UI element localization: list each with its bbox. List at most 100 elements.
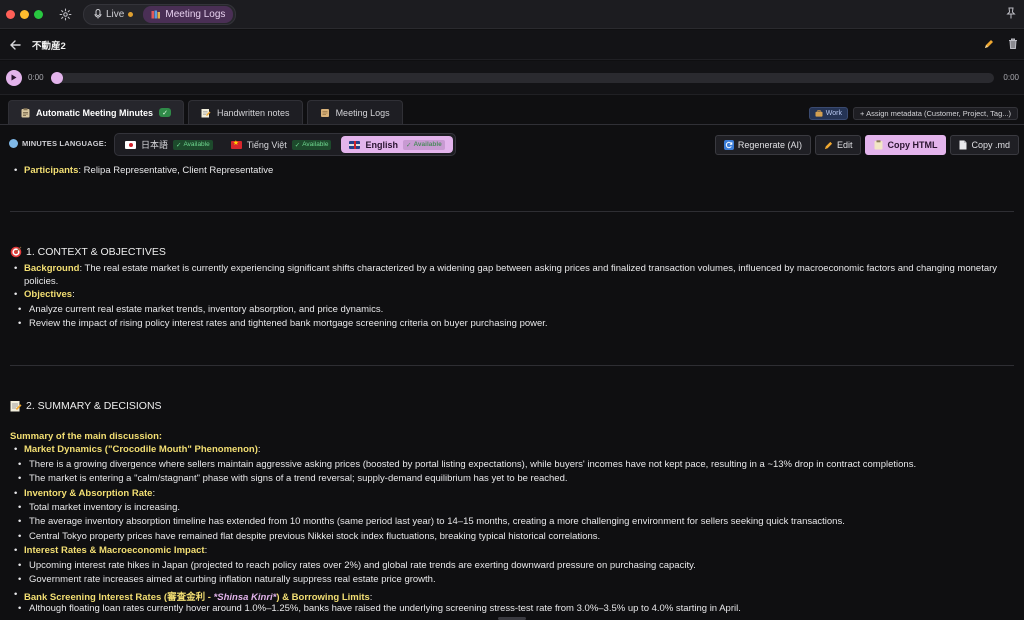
books-icon [151,10,161,18]
tab-meeting-logs[interactable]: Meeting Logs [306,100,403,124]
topic-label-dash: - [205,592,214,603]
topic-point: There is a growing divergence where sell… [18,459,916,470]
pin-icon[interactable] [1006,7,1016,22]
topic-point: The average inventory absorption timelin… [18,516,845,527]
topic-label-prefix: Bank Screening Interest Rates ( [24,592,168,603]
tab-handwritten-notes-label: Handwritten notes [217,107,290,118]
audio-player: 0:00 0:00 [0,61,1024,95]
objective-item: Analyze current real estate market trend… [18,304,383,315]
window-controls [6,9,43,19]
topic-label-italic: *Shinsa Kinri* [213,592,277,603]
close-window-button[interactable] [6,9,15,19]
pencil-icon [824,141,833,149]
topic-label: Interest Rates & Macroeconomic Impact [24,545,205,556]
mode-meeting-logs-label: Meeting Logs [165,8,226,20]
section-divider [10,365,1014,366]
minutes-language-label: MINUTES LANGUAGE: [9,139,107,148]
pencil-icon[interactable] [984,39,994,52]
background-label: Background [24,263,80,274]
view-tabs: Automatic Meeting Minutes ✓ Handwritten … [8,100,403,124]
tag-label: Work [825,110,843,117]
mode-switcher: Live Meeting Logs [83,3,237,25]
availability-badge: ✓ Available [173,139,213,150]
topic-point: Central Tokyo property prices have remai… [18,531,600,542]
topic-label: Inventory & Absorption Rate [24,488,153,499]
topic-point: Government rate increases aimed at curbi… [18,574,436,585]
refresh-icon [723,140,734,150]
topic-label-suffix: ) & Borrowing Limits [276,592,370,603]
availability-badge: ✓ Available [403,139,445,150]
participants-text: : Relipa Representative, Client Represen… [78,165,274,176]
edit-label: Edit [836,140,853,150]
section-1-heading: 1. CONTEXT & OBJECTIVES [10,246,166,258]
briefcase-icon [815,110,823,117]
regenerate-button[interactable]: Regenerate (AI) [714,135,811,155]
assign-metadata-button[interactable]: + Assign metadata (Customer, Project, Ta… [853,107,1018,120]
language-option-vietnamese[interactable]: Tiếng Việt ✓Available [223,136,340,153]
maximize-window-button[interactable] [34,9,43,19]
document-icon [959,140,967,150]
back-arrow-icon[interactable] [8,38,22,52]
language-selector: 日本語 ✓Available Tiếng Việt ✓Available Eng… [114,133,456,156]
japan-flag-icon [125,140,136,149]
section-divider [10,211,1014,212]
copy-md-label: Copy .md [971,140,1010,150]
tab-automatic-minutes-label: Automatic Meeting Minutes [36,107,154,118]
tabs-divider [0,124,1024,125]
check-icon: ✓ [159,108,172,117]
minimize-window-button[interactable] [20,9,29,19]
objectives-item: Objectives: [14,289,75,300]
language-option-english[interactable]: English ✓ Available [341,136,453,153]
document-header: 不動産2 [0,30,1024,60]
language-bar: MINUTES LANGUAGE: 日本語 ✓Available Tiếng V… [0,132,1024,158]
minutes-actions: Regenerate (AI) Edit Copy HTML Copy .md [714,135,1019,155]
microphone-icon [94,9,102,19]
uk-flag-icon [349,140,361,149]
minutes-language-text: MINUTES LANGUAGE: [22,139,107,148]
memo-icon [201,108,211,117]
audio-scrubber[interactable] [50,71,994,84]
language-name: English [365,139,398,150]
gear-icon[interactable] [57,6,73,22]
section-2-title: 2. SUMMARY & DECISIONS [26,400,162,412]
document-title: 不動産2 [32,40,66,52]
play-button[interactable] [6,69,22,86]
trash-icon[interactable] [1008,38,1018,52]
vietnam-flag-icon [230,139,242,149]
scrubber-handle[interactable] [50,71,63,84]
summary-label: Summary of the main discussion [10,431,159,442]
availability-badge: ✓ Available [291,139,332,150]
minutes-content: Participants: Relipa Representative, Cli… [0,160,1024,620]
language-option-japanese[interactable]: 日本語 ✓ Available [117,136,221,153]
topic-item: Bank Screening Interest Rates (審査金利 - *S… [14,589,372,603]
language-name: 日本語 [141,140,169,150]
edit-button[interactable]: Edit [814,135,862,155]
clipboard-icon [21,107,30,117]
mode-live[interactable]: Live [86,6,141,23]
background-text: : The real estate market is currently ex… [24,263,998,287]
check-icon: ✓ [294,141,301,149]
target-icon [10,246,22,258]
objectives-label: Objectives [24,289,73,300]
objective-item: Review the impact of rising policy inter… [18,318,548,329]
topic-label-japanese: 審査金利 [167,592,206,603]
title-bar: Live Meeting Logs [0,0,1024,29]
tag-badge-work[interactable]: Work [808,107,849,120]
background-item: Background: The real estate market is cu… [14,262,1004,288]
topic-label: Market Dynamics ("Crocodile Mouth" Pheno… [24,444,258,455]
copy-md-button[interactable]: Copy .md [950,135,1019,155]
tab-meeting-logs-label: Meeting Logs [335,107,390,118]
tab-handwritten-notes[interactable]: Handwritten notes [188,100,303,124]
mode-live-label: Live [106,8,125,20]
mode-meeting-logs[interactable]: Meeting Logs [143,5,234,23]
copy-html-button[interactable]: Copy HTML [865,135,947,155]
check-icon: ✓ [176,141,182,149]
language-name: Tiếng Việt [246,139,287,150]
section-1-title: 1. CONTEXT & OBJECTIVES [26,246,166,258]
current-time: 0:00 [28,73,44,82]
clipboard-icon [874,140,883,150]
scroll-icon [320,108,329,117]
regenerate-label: Regenerate (AI) [737,140,802,150]
tab-automatic-minutes[interactable]: Automatic Meeting Minutes ✓ [8,100,185,124]
availability-text: Available [302,141,329,148]
